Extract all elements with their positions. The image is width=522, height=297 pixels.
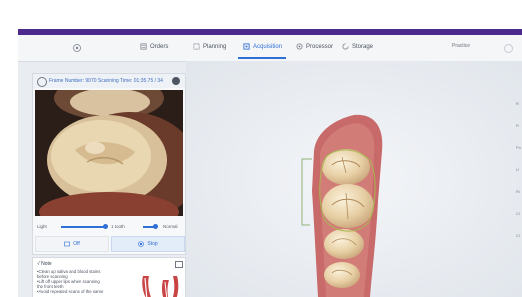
planning-icon: [193, 43, 200, 50]
note-collapse-icon[interactable]: [175, 261, 183, 268]
eye-icon[interactable]: [172, 77, 180, 85]
note-text: •Clean up saliva and blood stains before…: [37, 269, 127, 294]
nav-planning[interactable]: Planning: [193, 43, 226, 50]
camera-panel-header: Frame Number: 9070 Scanning Time: 01:35.…: [33, 74, 185, 88]
tool-marker[interactable]: Cl: [516, 211, 520, 216]
stop-icon: [138, 241, 145, 247]
acquisition-icon: [243, 43, 250, 50]
frame-info-text: Frame Number: 9070 Scanning Time: 01:35.…: [49, 78, 163, 84]
tool-marker[interactable]: Ri: [516, 189, 520, 194]
note-panel: √ Note •Clean up saliva and blood stains…: [32, 257, 186, 297]
camera-status-icon: [37, 77, 47, 87]
nav-acquisition-label: Acquisition: [253, 43, 283, 50]
mode-slider-handle[interactable]: [153, 224, 158, 229]
nav-orders[interactable]: Orders: [140, 43, 168, 50]
active-tab-underline: [238, 57, 286, 59]
stop-button-label: Stop: [147, 241, 158, 247]
off-button-label: Off: [73, 241, 80, 247]
nav-processor-label: Processor: [306, 43, 334, 50]
right-toolbar: R R Po U Ri Cl Cl: [512, 95, 522, 295]
light-slider-track[interactable]: [61, 226, 105, 228]
light-slider-handle[interactable]: [103, 224, 108, 229]
orders-icon: [140, 43, 147, 50]
storage-icon: [342, 43, 349, 50]
tool-marker[interactable]: Po: [516, 145, 521, 150]
home-icon[interactable]: [72, 43, 82, 53]
nav-orders-label: Orders: [150, 43, 169, 50]
stop-button[interactable]: Stop: [111, 236, 185, 252]
note-title: √ Note: [37, 261, 52, 267]
nav-storage[interactable]: Storage: [342, 43, 373, 50]
processor-icon: [296, 43, 303, 50]
nav-storage-label: Storage: [352, 43, 374, 50]
intraoral-camera-view: [35, 90, 183, 216]
tool-marker[interactable]: R: [516, 123, 519, 128]
tool-marker[interactable]: R: [516, 101, 519, 106]
nav-acquisition[interactable]: Acquisition: [243, 43, 282, 50]
settings-icon[interactable]: [504, 44, 513, 53]
off-button[interactable]: Off: [35, 236, 109, 252]
scanner-app: Orders Planning Acquisition Processor St…: [18, 35, 522, 297]
mode-label: Normal: [163, 224, 178, 229]
camera-panel: Frame Number: 9070 Scanning Time: 01:35.…: [32, 73, 186, 255]
tool-marker[interactable]: U: [516, 167, 519, 172]
tooth-label: 1 tooth: [111, 224, 125, 229]
3d-scan-viewport[interactable]: [186, 61, 522, 297]
screenshot-frame: Orders Planning Acquisition Processor St…: [0, 0, 522, 297]
note-line: •Avoid repeated scans of the same: [37, 289, 104, 294]
nav-processor[interactable]: Processor: [296, 43, 333, 50]
light-label: Light: [37, 224, 47, 229]
tool-marker[interactable]: Cl: [516, 233, 520, 238]
scan-controls: Light 1 tooth Normal: [37, 223, 183, 231]
mouth-illustration: [142, 276, 179, 297]
practice-label[interactable]: Practice: [452, 43, 470, 50]
camera-off-icon: [64, 241, 71, 247]
note-title-text: Note: [41, 261, 52, 267]
scan-button-row: Off Stop: [35, 236, 185, 252]
top-nav-bar: Orders Planning Acquisition Processor St…: [18, 35, 522, 62]
nav-planning-label: Planning: [203, 43, 227, 50]
